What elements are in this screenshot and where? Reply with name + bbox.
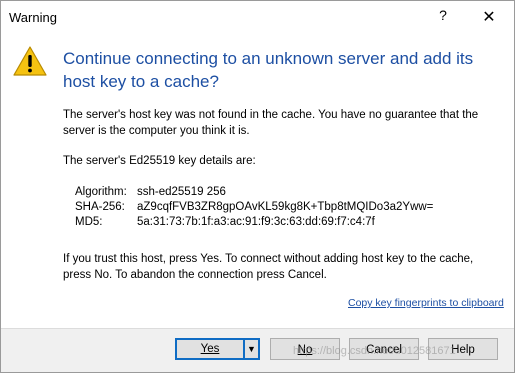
yes-dropdown-button[interactable]: ▼ — [244, 338, 260, 360]
warning-icon — [13, 46, 47, 76]
instructions-text: If you trust this host, press Yes. To co… — [63, 253, 474, 281]
yes-button[interactable]: Yes — [175, 338, 245, 360]
no-button[interactable]: No — [270, 338, 340, 360]
key-details-intro: The server's Ed25519 key details are: — [63, 155, 256, 167]
help-icon[interactable]: ? — [435, 7, 451, 27]
detail-value: ssh-ed25519 256 — [137, 186, 226, 198]
detail-row-algorithm: Algorithm: ssh-ed25519 256 — [75, 185, 433, 200]
detail-row-sha256: SHA-256: aZ9cqfFVB3ZR8gpOAvKL59kg8K+Tbp8… — [75, 200, 433, 215]
cancel-button-label: Cancel — [366, 344, 402, 356]
dialog-heading: Continue connecting to an unknown server… — [63, 49, 474, 91]
help-button-label: Help — [451, 344, 475, 356]
key-details: Algorithm: ssh-ed25519 256 SHA-256: aZ9c… — [75, 185, 433, 230]
cancel-button[interactable]: Cancel — [349, 338, 419, 360]
detail-value: 5a:31:73:7b:1f:a3:ac:91:f9:3c:63:dd:69:f… — [137, 216, 375, 228]
title-bar: Warning ? ✕ — [1, 1, 514, 32]
close-icon[interactable]: ✕ — [479, 7, 499, 27]
yes-button-label: Yes — [200, 343, 220, 355]
window-title: Warning — [9, 10, 57, 25]
help-button[interactable]: Help — [428, 338, 498, 360]
detail-label: MD5: — [75, 216, 103, 228]
detail-label: Algorithm: — [75, 186, 127, 198]
copy-fingerprints-link[interactable]: Copy key fingerprints to clipboard — [348, 297, 504, 309]
detail-label: SHA-256: — [75, 201, 125, 213]
detail-value: aZ9cqfFVB3ZR8gpOAvKL59kg8K+Tbp8tMQIDo3a2… — [137, 201, 434, 213]
no-button-label: No — [297, 344, 313, 356]
detail-row-md5: MD5: 5a:31:73:7b:1f:a3:ac:91:f9:3c:63:dd… — [75, 215, 433, 230]
host-key-warning-text: The server's host key was not found in t… — [63, 109, 479, 137]
warning-dialog: Warning ? ✕ Continue connecting to an un… — [0, 0, 515, 373]
